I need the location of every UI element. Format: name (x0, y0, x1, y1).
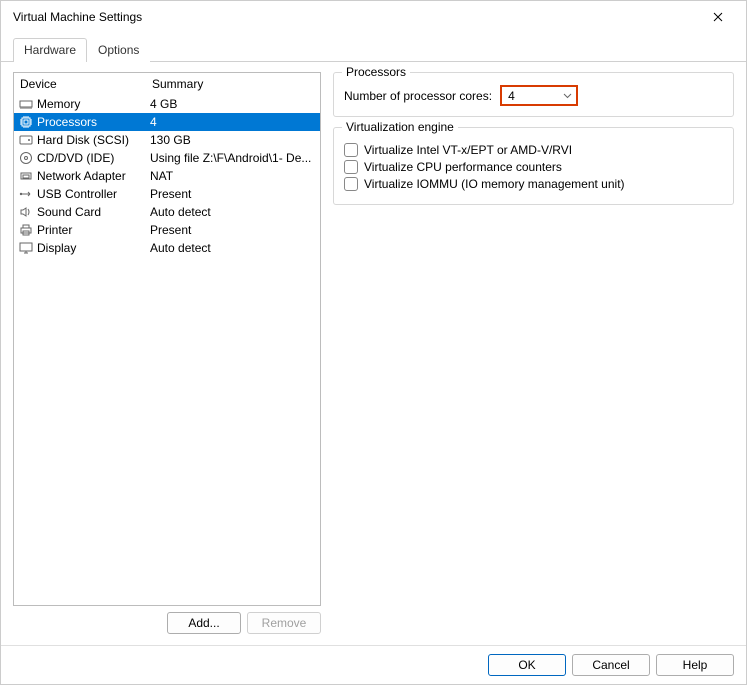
device-name: USB Controller (37, 187, 150, 201)
left-button-row: Add... Remove (13, 612, 321, 634)
vm-settings-window: Virtual Machine Settings Hardware Option… (0, 0, 747, 685)
device-row-cpu[interactable]: Processors4 (14, 113, 320, 131)
memory-icon (18, 96, 34, 112)
device-row-cd[interactable]: CD/DVD (IDE)Using file Z:\F\Android\1- D… (14, 149, 320, 167)
tab-hardware[interactable]: Hardware (13, 38, 87, 62)
virt-engine-group: Virtualization engine Virtualize Intel V… (333, 127, 734, 205)
device-list-header: Device Summary (14, 73, 320, 95)
printer-icon (18, 222, 34, 238)
virt-cpu-counters-checkbox[interactable] (344, 160, 358, 174)
right-column: Processors Number of processor cores: 4 … (333, 72, 734, 634)
virt-iommu-row[interactable]: Virtualize IOMMU (IO memory management u… (344, 177, 723, 191)
cd-icon (18, 150, 34, 166)
device-summary: 4 GB (150, 97, 318, 111)
device-row-display[interactable]: DisplayAuto detect (14, 239, 320, 257)
processors-group: Processors Number of processor cores: 4 (333, 72, 734, 117)
virt-vtx-label: Virtualize Intel VT-x/EPT or AMD-V/RVI (364, 143, 572, 157)
device-summary: Present (150, 187, 318, 201)
device-summary: Present (150, 223, 318, 237)
chevron-down-icon (563, 93, 572, 99)
close-button[interactable] (698, 3, 738, 31)
virt-vtx-checkbox[interactable] (344, 143, 358, 157)
device-name: Network Adapter (37, 169, 150, 183)
tab-bar: Hardware Options (1, 33, 746, 62)
virt-iommu-checkbox[interactable] (344, 177, 358, 191)
cores-label: Number of processor cores: (344, 89, 492, 103)
left-column: Device Summary Memory4 GBProcessors4Hard… (13, 72, 321, 634)
sound-icon (18, 204, 34, 220)
device-name: Printer (37, 223, 150, 237)
virt-vtx-row[interactable]: Virtualize Intel VT-x/EPT or AMD-V/RVI (344, 143, 723, 157)
device-row-memory[interactable]: Memory4 GB (14, 95, 320, 113)
device-summary: 4 (150, 115, 318, 129)
device-row-printer[interactable]: PrinterPresent (14, 221, 320, 239)
device-summary: Using file Z:\F\Android\1- De... (150, 151, 318, 165)
col-device-header: Device (20, 77, 152, 91)
cancel-button[interactable]: Cancel (572, 654, 650, 676)
cores-select[interactable]: 4 (500, 85, 578, 106)
device-name: Display (37, 241, 150, 255)
device-row-hdd[interactable]: Hard Disk (SCSI)130 GB (14, 131, 320, 149)
virt-engine-legend: Virtualization engine (342, 120, 458, 134)
help-button[interactable]: Help (656, 654, 734, 676)
device-list[interactable]: Device Summary Memory4 GBProcessors4Hard… (13, 72, 321, 606)
titlebar: Virtual Machine Settings (1, 1, 746, 33)
close-icon (713, 12, 723, 22)
hdd-icon (18, 132, 34, 148)
dialog-footer: OK Cancel Help (1, 645, 746, 684)
display-icon (18, 240, 34, 256)
device-summary: NAT (150, 169, 318, 183)
cores-value: 4 (508, 89, 563, 103)
net-icon (18, 168, 34, 184)
window-title: Virtual Machine Settings (13, 10, 698, 24)
device-name: Sound Card (37, 205, 150, 219)
device-row-usb[interactable]: USB ControllerPresent (14, 185, 320, 203)
device-summary: 130 GB (150, 133, 318, 147)
device-summary: Auto detect (150, 241, 318, 255)
cores-row: Number of processor cores: 4 (344, 85, 723, 106)
device-name: CD/DVD (IDE) (37, 151, 150, 165)
usb-icon (18, 186, 34, 202)
col-summary-header: Summary (152, 77, 314, 91)
tab-options[interactable]: Options (87, 38, 150, 62)
device-row-sound[interactable]: Sound CardAuto detect (14, 203, 320, 221)
ok-button[interactable]: OK (488, 654, 566, 676)
cpu-icon (18, 114, 34, 130)
virt-iommu-label: Virtualize IOMMU (IO memory management u… (364, 177, 625, 191)
processors-legend: Processors (342, 65, 410, 79)
dialog-body: Device Summary Memory4 GBProcessors4Hard… (1, 62, 746, 642)
device-row-net[interactable]: Network AdapterNAT (14, 167, 320, 185)
virt-cpu-counters-label: Virtualize CPU performance counters (364, 160, 562, 174)
device-name: Processors (37, 115, 150, 129)
virt-cpu-counters-row[interactable]: Virtualize CPU performance counters (344, 160, 723, 174)
device-summary: Auto detect (150, 205, 318, 219)
add-button[interactable]: Add... (167, 612, 241, 634)
remove-button: Remove (247, 612, 321, 634)
device-name: Memory (37, 97, 150, 111)
device-name: Hard Disk (SCSI) (37, 133, 150, 147)
